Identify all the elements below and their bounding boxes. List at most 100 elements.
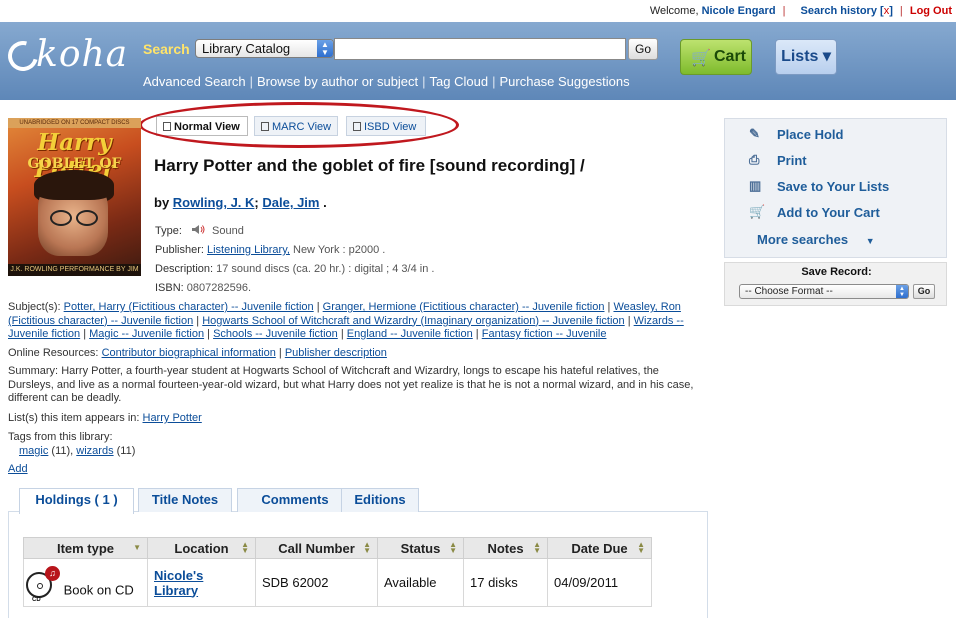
add-tag-row: Add — [8, 463, 708, 477]
description-value: 17 sound discs (ca. 20 hr.) : digital ; … — [216, 263, 435, 275]
action-label: Add to Your Cart — [777, 205, 880, 220]
resource-link[interactable]: Publisher description — [285, 347, 387, 359]
advanced-search-link[interactable]: Advanced Search — [143, 74, 246, 89]
column-label: Location — [174, 540, 229, 556]
isbn-label: ISBN: — [155, 282, 184, 294]
annotation-ellipse — [139, 102, 459, 148]
select-arrows-icon: ▲ ▼ — [896, 285, 908, 298]
search-label: Search — [143, 41, 190, 57]
holdings-table: Item type ▼ Location ▲ ▼ Call Number ▲ ▼ Stat… — [23, 537, 652, 607]
format-select[interactable]: -- Choose Format -- ▲ ▼ — [739, 284, 909, 299]
user-name-link[interactable]: Nicole Engard — [702, 5, 776, 17]
more-searches-toggle[interactable]: More searches ▼ — [757, 232, 875, 247]
sort-icon: ▲ ▼ — [241, 540, 249, 555]
publisher-row: Publisher: Listening Library, New York :… — [155, 244, 385, 256]
by-label: by — [154, 195, 170, 210]
type-row: Type: Sound — [155, 224, 244, 237]
purchase-suggestions-link[interactable]: Purchase Suggestions — [499, 74, 629, 89]
search-history-link[interactable]: Search history — [801, 5, 877, 17]
subject-link[interactable]: Schools -- Juvenile fiction — [213, 328, 338, 340]
column-header[interactable]: Item type ▼ — [23, 537, 148, 559]
item-type-cell: ♫ CD Book on CD — [23, 558, 148, 607]
tag-link[interactable]: wizards — [76, 445, 113, 457]
format-select-value: -- Choose Format -- — [745, 286, 833, 297]
tab-holdings[interactable]: Holdings ( 1 ) — [19, 488, 134, 514]
save-go-button[interactable]: Go — [913, 284, 935, 299]
cover-art — [34, 170, 114, 200]
column-header[interactable]: Call Number ▲ ▼ — [255, 537, 378, 559]
type-label: Type: — [155, 225, 182, 237]
cart-button[interactable]: 🛒 Cart — [680, 39, 752, 75]
tag-count: (11) — [116, 444, 136, 457]
add-tag-link[interactable]: Add — [8, 463, 28, 475]
table-row: ♫ CD Book on CD Nicole's Library SDB 620… — [23, 558, 652, 607]
lists-button[interactable]: Lists ▾ — [775, 39, 837, 75]
publisher-label: Publisher: — [155, 244, 204, 256]
tags-list: magic (11), wizards (11) — [8, 445, 708, 459]
separator: | — [249, 74, 254, 89]
logout-link[interactable]: Log Out — [910, 5, 952, 17]
cover-art — [50, 210, 98, 226]
column-header[interactable]: Location ▲ ▼ — [147, 537, 256, 559]
tag-link[interactable]: magic — [19, 445, 48, 457]
lists-block: List(s) this item appears in: Harry Pott… — [8, 412, 708, 426]
browse-link[interactable]: Browse by author or subject — [257, 74, 418, 89]
cover-top-strip: UNABRIDGED ON 17 COMPACT DISCS — [8, 118, 141, 128]
tags-block: Tags from this library: magic (11), wiza… — [8, 431, 708, 477]
catalog-select-value: Library Catalog — [202, 41, 291, 56]
notes-cell: 17 disks — [463, 558, 548, 607]
author-link[interactable]: Rowling, J. K — [173, 195, 255, 210]
status-cell: Available — [377, 558, 464, 607]
subject-link[interactable]: Potter, Harry (Fictitious character) -- … — [64, 301, 314, 313]
subject-link[interactable]: England -- Juvenile fiction — [347, 328, 473, 340]
koha-logo[interactable]: koha — [2, 32, 127, 80]
isbn-value: 0807282596. — [186, 282, 252, 294]
tag-cloud-link[interactable]: Tag Cloud — [430, 74, 489, 89]
welcome-text: Welcome, — [649, 5, 699, 17]
author-link[interactable]: Dale, Jim — [262, 195, 319, 210]
publisher-link[interactable]: Listening Library, — [207, 244, 290, 256]
tags-label: Tags from this library: — [8, 431, 113, 443]
subjects-block: Subject(s): Potter, Harry (Fictitious ch… — [8, 301, 684, 340]
subject-link[interactable]: Fantasy fiction -- Juvenile — [482, 328, 607, 340]
catalog-select[interactable]: Library Catalog ▲ ▼ — [195, 39, 334, 58]
subject-link[interactable]: Hogwarts School of Witchcraft and Wizard… — [202, 315, 624, 327]
byline-end: . — [323, 195, 327, 210]
cover-credits: J.K. ROWLING PERFORMANCE BY JIM DALE — [8, 264, 141, 276]
clear-history-bracket: ] — [889, 5, 893, 17]
sort-icon: ▲ ▼ — [637, 540, 645, 555]
search-input[interactable] — [334, 38, 626, 60]
column-header[interactable]: Status ▲ ▼ — [377, 537, 464, 559]
subjects-label: Subject(s): — [8, 301, 61, 313]
subject-link[interactable]: Magic -- Juvenile fiction — [89, 328, 204, 340]
search-go-button[interactable]: Go — [628, 38, 658, 60]
sort-desc-icon: ▼ — [133, 543, 141, 552]
location-cell: Nicole's Library — [147, 558, 256, 607]
hold-icon: ✎ — [749, 126, 760, 141]
isbn-row: ISBN: 0807282596. — [155, 282, 251, 294]
column-header[interactable]: Date Due ▲ ▼ — [547, 537, 652, 559]
sort-icon: ▲ ▼ — [533, 540, 541, 555]
description-row: Description: 17 sound discs (ca. 20 hr.)… — [155, 263, 434, 275]
tab-comments[interactable]: Comments — [237, 488, 353, 512]
list-link[interactable]: Harry Potter — [143, 412, 202, 424]
separator: | — [422, 74, 426, 89]
date-due-cell: 04/09/2011 — [547, 558, 652, 607]
separator: | — [782, 5, 786, 17]
location-link[interactable]: Nicole's Library — [154, 568, 203, 598]
column-header[interactable]: Notes ▲ ▼ — [463, 537, 548, 559]
cart-icon: 🛒 — [749, 204, 766, 219]
sort-icon: ▲ ▼ — [449, 540, 457, 555]
top-utility-bar: Welcome, Nicole Engard | Search history … — [0, 0, 956, 22]
tab-title-notes[interactable]: Title Notes — [138, 488, 232, 512]
call-number-cell: SDB 62002 — [255, 558, 378, 607]
summary-text: Harry Potter, a fourth-year student at H… — [8, 365, 694, 404]
resource-link[interactable]: Contributor biographical information — [102, 347, 276, 359]
subject-link[interactable]: Granger, Hermione (Fictitious character)… — [323, 301, 605, 313]
tab-editions[interactable]: Editions — [341, 488, 419, 512]
lists-label: List(s) this item appears in: — [8, 412, 140, 424]
cart-label: Cart — [714, 48, 747, 65]
table-header-row: Item type ▼ Location ▲ ▼ Call Number ▲ ▼ Stat… — [23, 537, 652, 559]
action-label: Place Hold — [777, 127, 844, 142]
header-band: koha Search Library Catalog ▲ ▼ Go 🛒 Cart… — [0, 22, 956, 100]
